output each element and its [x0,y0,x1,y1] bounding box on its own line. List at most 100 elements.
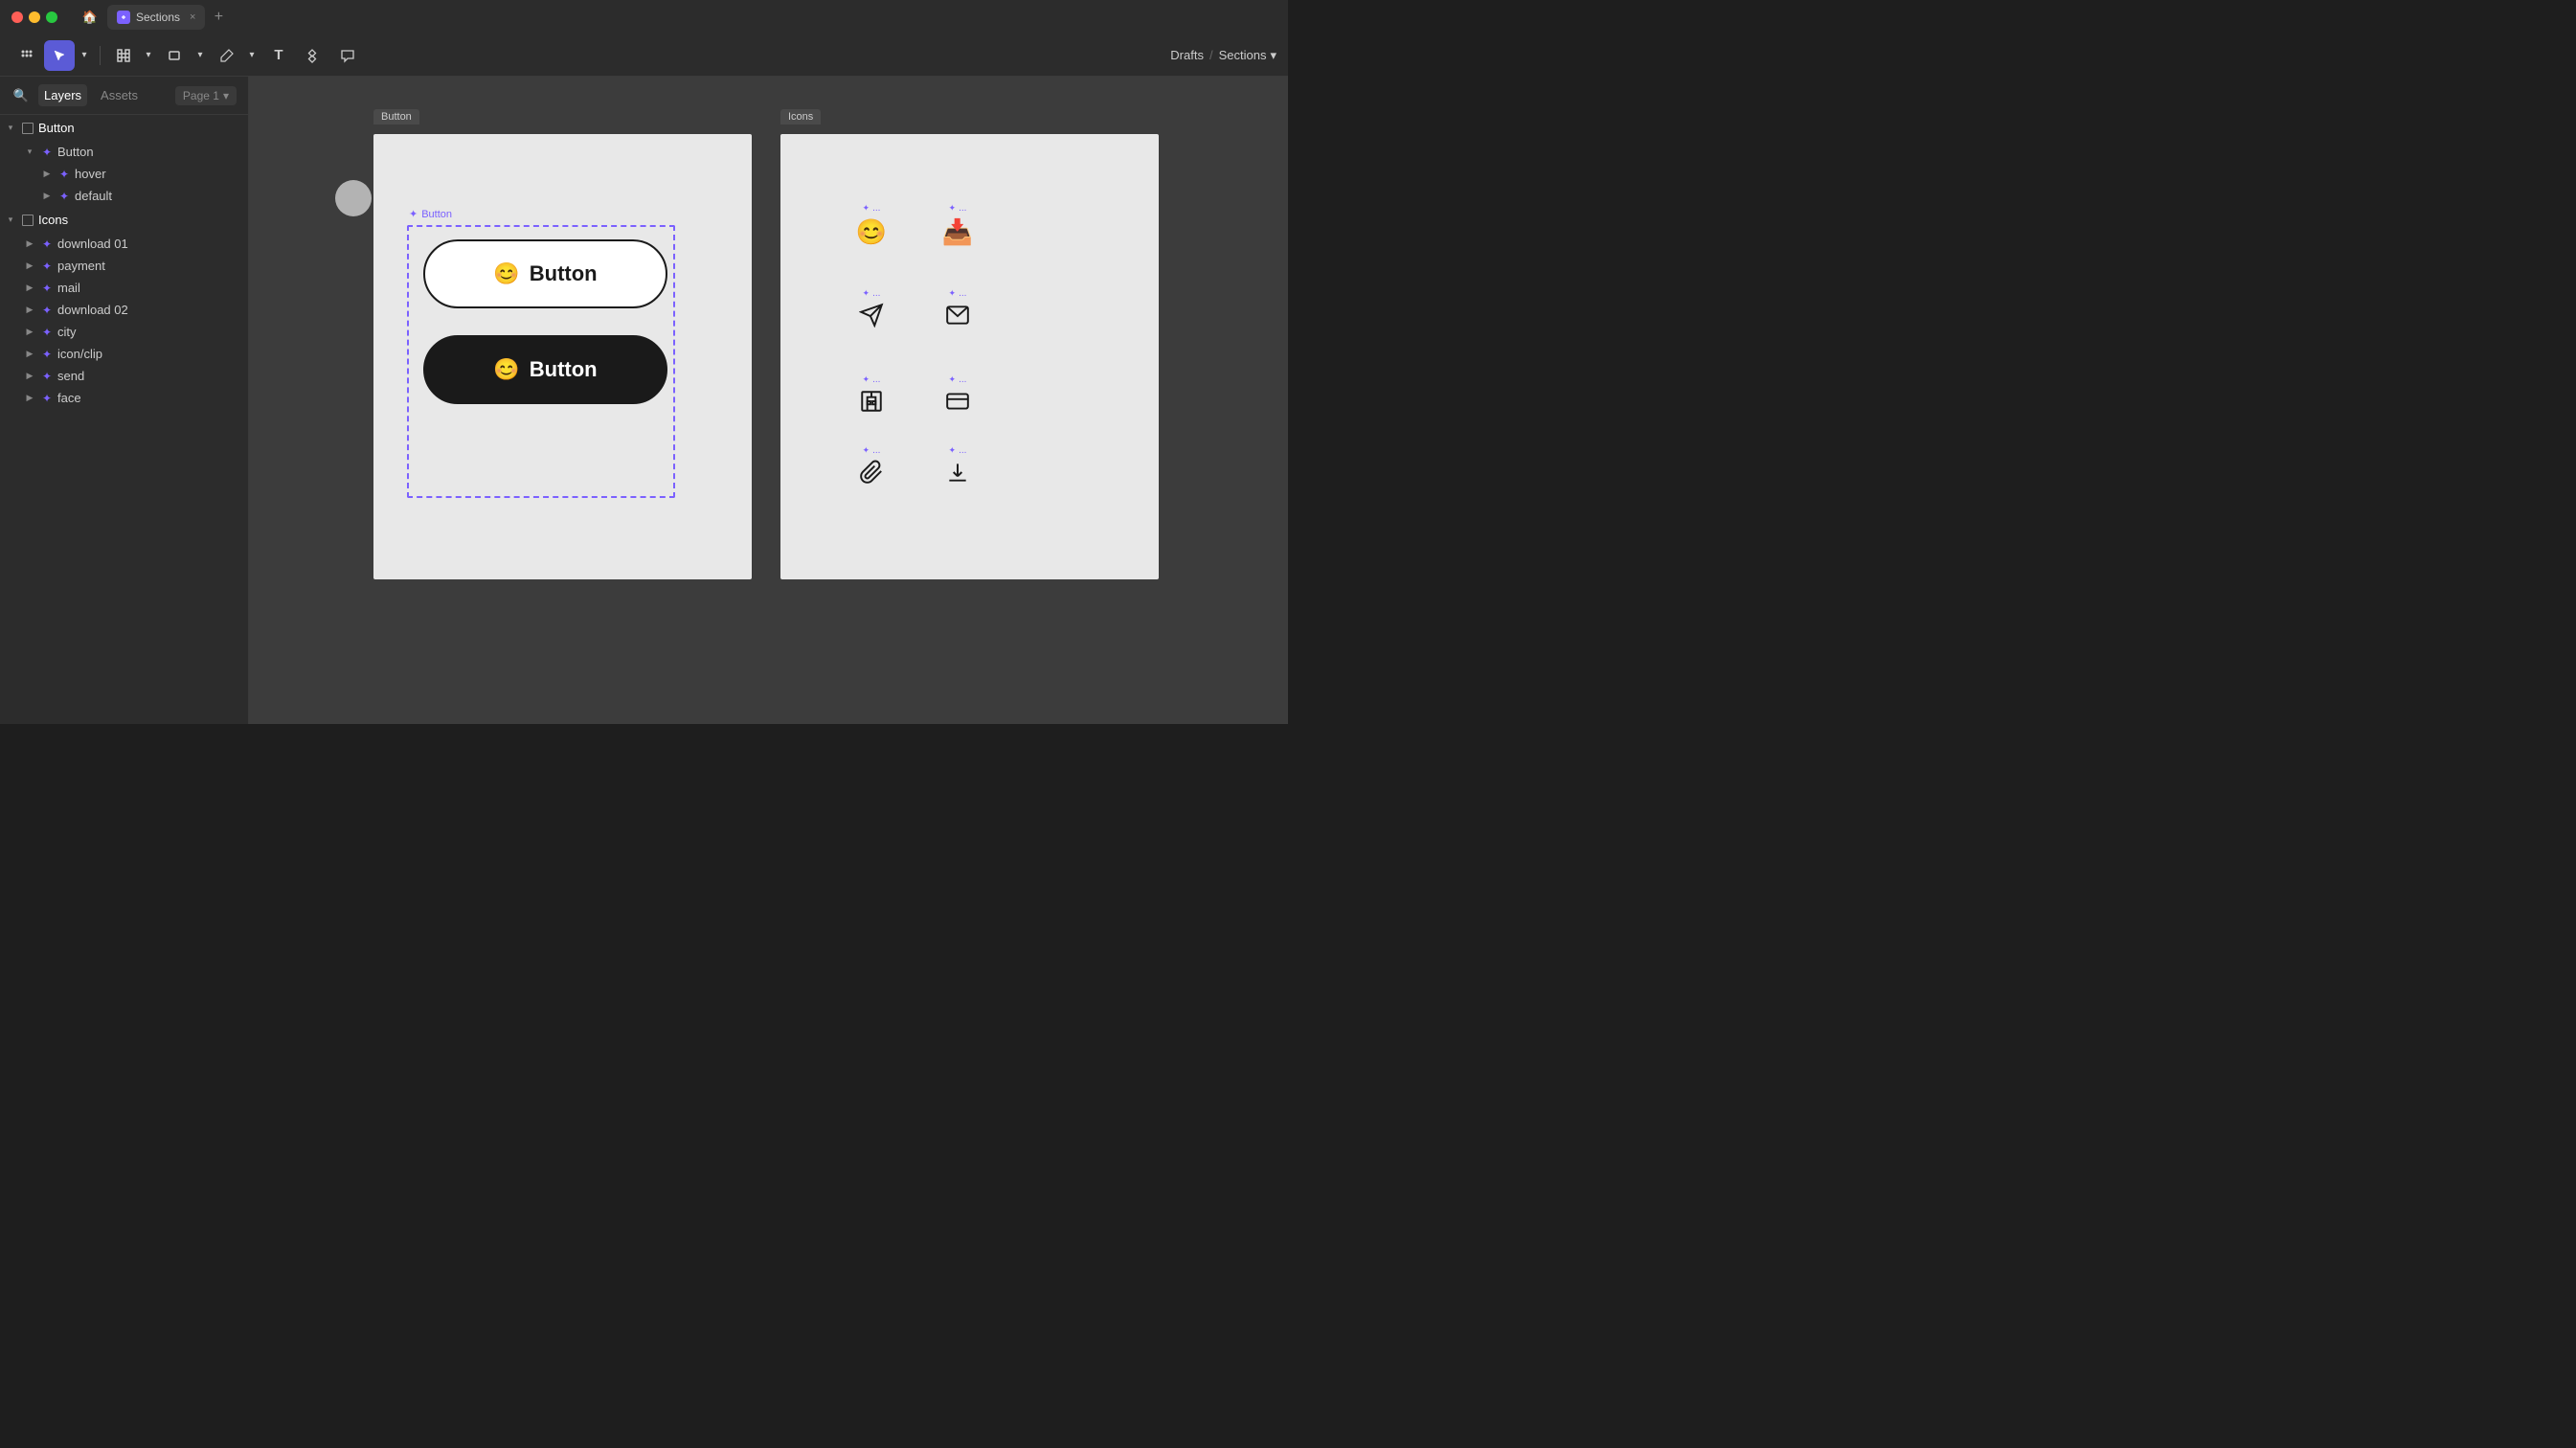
icons-section-frame[interactable]: Icons ✦ ... 😊 ✦ ... [780,134,1159,579]
canvas[interactable]: Button ✦ Button 😊 Button 😊 [249,77,1288,724]
home-tab[interactable]: 🏠 [77,6,103,29]
component-icon: ✦ [57,168,71,181]
icon-dots-label: ... [872,288,880,299]
layer-default-label: default [75,189,112,203]
frame-dropdown[interactable]: ▾ [141,40,156,71]
layer-face-label: face [57,391,81,405]
layer-iconclip[interactable]: ▶ ✦ icon/clip [0,343,248,365]
icon-cell-card[interactable]: ✦ ... [919,359,996,436]
layer-city[interactable]: ▶ ✦ city [0,321,248,343]
component-tag-label: Button [421,209,452,220]
chevron-down-icon: ▾ [4,122,17,135]
maximize-button[interactable] [46,11,57,23]
pen-tool-button[interactable] [212,40,242,71]
icon-dots-label: ... [872,374,880,385]
tab-assets[interactable]: Assets [95,84,144,106]
frame-tool-button[interactable] [108,40,139,71]
layer-default[interactable]: ▶ ✦ default [0,185,248,207]
canvas-button-black[interactable]: 😊 Button [423,335,667,404]
select-dropdown[interactable]: ▾ [77,40,92,71]
layer-payment[interactable]: ▶ ✦ payment [0,255,248,277]
page-selector[interactable]: Page 1 ▾ [175,86,237,105]
breadcrumb-separator: / [1209,48,1213,62]
icon-cell-inbox[interactable]: ✦ ... 📥 [919,187,996,263]
toolbar: ▾ ▾ ▾ ▾ T Drafts / Sections ▾ [0,34,1288,77]
sections-tab[interactable]: Sections × [107,5,205,30]
window-controls [11,11,57,23]
tab-area: 🏠 Sections × + [77,5,228,30]
home-icon: 🏠 [82,10,98,25]
icon-cell-clip[interactable]: ✦ ... [833,445,910,491]
search-button[interactable]: 🔍 [11,86,31,105]
layer-section-button-label: Button [38,121,75,135]
icon-cell-smiley[interactable]: ✦ ... 😊 [833,187,910,263]
component-icon: ✦ [40,260,54,273]
icon-dots-label: ... [959,288,966,299]
chevron-right-icon: ▶ [23,282,36,295]
add-tab-button[interactable]: + [209,8,228,27]
icon-cell-mail[interactable]: ✦ ... [919,273,996,350]
titlebar: 🏠 Sections × + [0,0,1288,34]
tool-group-main: ▾ [11,40,92,71]
layer-section-icons-label: Icons [38,213,68,227]
breadcrumb-chevron-icon: ▾ [1270,48,1277,63]
icon-cell-send[interactable]: ✦ ... [833,273,910,350]
smiley-icon: 😊 [493,261,519,286]
section-frame-icon [21,122,34,135]
move-tool-button[interactable] [11,40,42,71]
icon-cell-download[interactable]: ✦ ... [919,445,996,491]
icon-meta-inbox: ✦ ... [949,203,967,214]
building-icon [859,389,884,420]
layer-mail[interactable]: ▶ ✦ mail [0,277,248,299]
canvas-button-white[interactable]: 😊 Button [423,239,667,308]
send-icon [859,303,884,334]
tab-layers[interactable]: Layers [38,84,87,106]
section-frame-icon [21,214,34,227]
separator-1 [100,46,101,65]
icon-cell-building[interactable]: ✦ ... [833,359,910,436]
page-chevron-icon: ▾ [223,89,229,102]
icon-meta-mail: ✦ ... [949,288,967,299]
chevron-down-icon: ▾ [23,146,36,159]
layer-button-frame[interactable]: ▾ ✦ Button [0,141,248,163]
icons-grid: ✦ ... 😊 ✦ ... 📥 [833,187,996,491]
breadcrumb-drafts[interactable]: Drafts [1170,48,1204,62]
layer-download02[interactable]: ▶ ✦ download 02 [0,299,248,321]
chevron-right-icon: ▶ [23,260,36,273]
layer-hover-label: hover [75,167,106,181]
breadcrumb: Drafts / Sections ▾ [1170,48,1277,63]
component-icon: ✦ [40,370,54,383]
tab-close-icon[interactable]: × [190,11,195,23]
shape-tool-button[interactable] [160,40,191,71]
minimize-button[interactable] [29,11,40,23]
clip-icon [859,460,884,491]
select-tool-button[interactable] [44,40,75,71]
breadcrumb-current[interactable]: Sections ▾ [1219,48,1277,63]
component-selection-tag: ✦ Button [409,208,452,220]
chevron-right-icon: ▶ [23,304,36,317]
component-icon: ✦ [40,326,54,339]
button-section-content: ✦ Button 😊 Button 😊 Button [373,134,752,579]
layer-face[interactable]: ▶ ✦ face [0,387,248,409]
component-icon: ✦ [40,392,54,405]
button-section-frame[interactable]: Button ✦ Button 😊 Button 😊 [373,134,752,579]
icon-diamond-icon: ✦ [863,203,870,214]
close-button[interactable] [11,11,23,23]
component-icon: ✦ [40,282,54,295]
icon-meta-card: ✦ ... [949,374,967,385]
layer-section-button[interactable]: ▾ Button [0,115,248,141]
component-tool-button[interactable] [298,40,328,71]
text-tool-button[interactable]: T [263,40,294,71]
layer-button-frame-label: Button [57,145,94,159]
left-panel: 🔍 Layers Assets Page 1 ▾ ▾ Button ▾ ✦ Bu… [0,77,249,724]
layer-hover[interactable]: ▶ ✦ hover [0,163,248,185]
layer-section-icons[interactable]: ▾ Icons [0,207,248,233]
chevron-right-icon: ▶ [40,190,54,203]
layer-send[interactable]: ▶ ✦ send [0,365,248,387]
icon-dots-label: ... [872,445,880,456]
shape-dropdown[interactable]: ▾ [192,40,208,71]
comment-tool-button[interactable] [332,40,363,71]
tool-group-shape: ▾ [160,40,208,71]
layer-download01[interactable]: ▶ ✦ download 01 [0,233,248,255]
pen-dropdown[interactable]: ▾ [244,40,260,71]
